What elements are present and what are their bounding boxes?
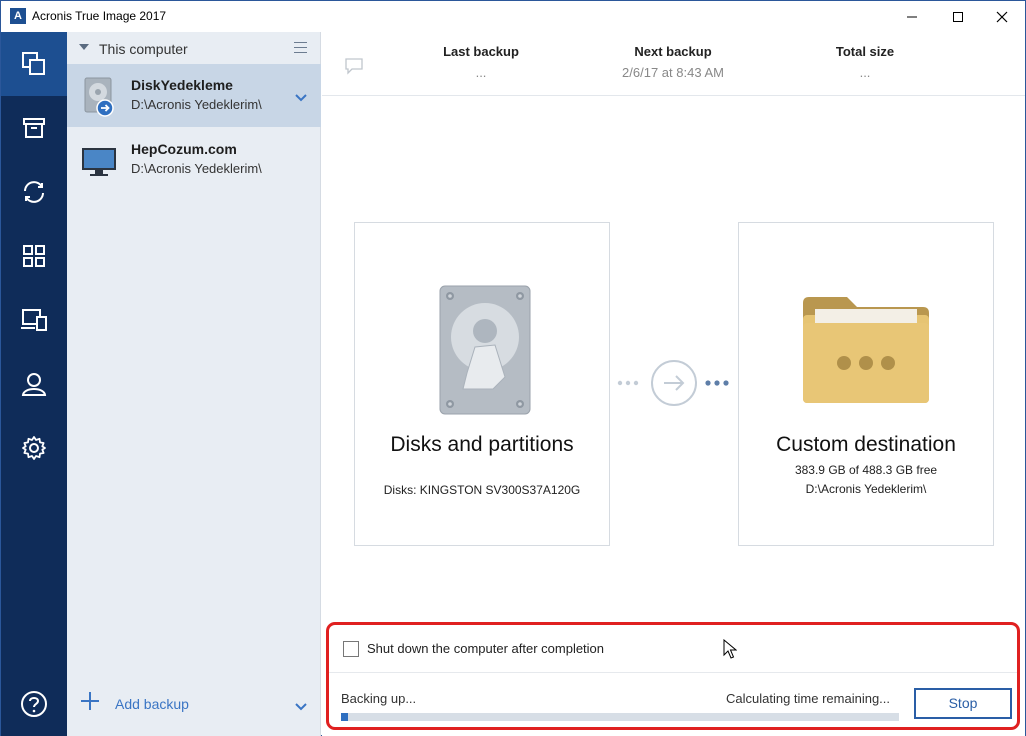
folder-icon [801,295,931,410]
source-detail: Disks: KINGSTON SV300S37A120G [383,483,581,497]
nav-archive[interactable] [1,96,67,160]
maximize-button[interactable] [935,1,981,32]
mouse-cursor-icon [723,638,738,664]
main-content: Last backup ... Next backup 2/6/17 at 8:… [322,32,1025,736]
devices-icon [21,309,47,331]
stop-button[interactable]: Stop [914,688,1012,719]
nav-account[interactable] [1,352,67,416]
backup-status-text: Backing up... [341,691,417,706]
progress-fill [341,713,349,721]
window-title: Acronis True Image 2017 [32,9,167,23]
source-title: Disks and partitions [390,433,574,456]
source-card[interactable]: Disks and partitions Disks: KINGSTON SV3… [354,222,610,546]
nav-help[interactable] [1,672,67,736]
sync-icon [24,181,44,203]
backup-progress-bar [341,713,899,721]
monitor-icon [81,140,121,184]
chevron-down-icon[interactable] [295,698,307,716]
total-size-summary: Total size ... [785,44,945,80]
plus-icon [81,692,99,710]
next-backup-value: 2/6/17 at 8:43 AM [622,65,724,80]
destination-free-space: 383.9 GB of 488.3 GB free [794,463,938,477]
next-backup-label: Next backup [634,44,712,59]
list-header[interactable]: This computer [67,32,321,64]
backup-path: D:\Acronis Yedeklerim\ [131,97,262,112]
minimize-icon [907,16,917,17]
chevron-down-icon[interactable] [295,89,307,107]
destination-title: Custom destination [776,433,956,456]
nav-backup[interactable] [1,32,67,96]
backup-item[interactable]: DiskYedekleme D:\Acronis Yedeklerim\ [67,64,321,127]
disk-backup-icon [81,76,121,120]
user-icon [21,373,47,396]
shutdown-label[interactable]: Shut down the computer after completion [367,641,604,656]
close-icon [996,11,1008,22]
backup-item[interactable]: HepCozum.com D:\Acronis Yedeklerim\ [67,128,321,191]
close-button[interactable] [979,1,1025,32]
collapse-caret-icon[interactable] [79,44,89,50]
total-size-label: Total size [835,44,895,59]
help-icon [21,691,47,717]
nav-tools[interactable] [1,288,67,352]
backup-direction-connector [616,359,732,407]
backup-name: HepCozum.com [131,141,237,157]
divider [329,672,1017,673]
add-backup-label: Add backup [115,696,189,712]
last-backup-summary: Last backup ... [401,44,561,80]
nav-dashboard[interactable] [1,224,67,288]
last-backup-value: ... [475,65,487,80]
destination-path: D:\Acronis Yedeklerim\ [805,482,927,496]
total-size-value: ... [859,65,871,80]
archive-box-icon [23,118,45,138]
backup-list-panel: This computer DiskYedekleme D:\Acronis Y… [67,32,321,736]
time-remaining-text: Calculating time remaining... [726,691,891,706]
backup-copies-icon [22,52,45,75]
acronis-logo-icon: A [10,8,26,24]
next-backup-summary: Next backup 2/6/17 at 8:43 AM [593,44,753,80]
backup-summary-bar: Last backup ... Next backup 2/6/17 at 8:… [322,32,1025,96]
maximize-icon [953,11,963,22]
comment-icon[interactable] [344,57,364,80]
gear-icon [22,436,46,460]
minimize-button[interactable] [889,1,935,32]
backup-name: DiskYedekleme [131,77,233,93]
add-backup-button[interactable]: Add backup [67,684,321,724]
destination-card[interactable]: Custom destination 383.9 GB of 488.3 GB … [738,222,994,546]
list-menu-icon[interactable] [294,42,307,53]
dashboard-grid-icon [23,245,45,267]
nav-sync[interactable] [1,160,67,224]
nav-settings[interactable] [1,416,67,480]
app-window: A Acronis True Image 2017 This computer … [0,0,1026,736]
backup-path: D:\Acronis Yedeklerim\ [131,161,262,176]
backup-progress-area: Shut down the computer after completion … [326,622,1020,730]
list-header-title: This computer [99,41,188,57]
hard-disk-icon [439,285,531,420]
last-backup-label: Last backup [443,44,519,59]
shutdown-checkbox[interactable] [343,641,359,657]
main-navigation [1,32,67,736]
title-bar[interactable]: A Acronis True Image 2017 [1,1,1025,32]
